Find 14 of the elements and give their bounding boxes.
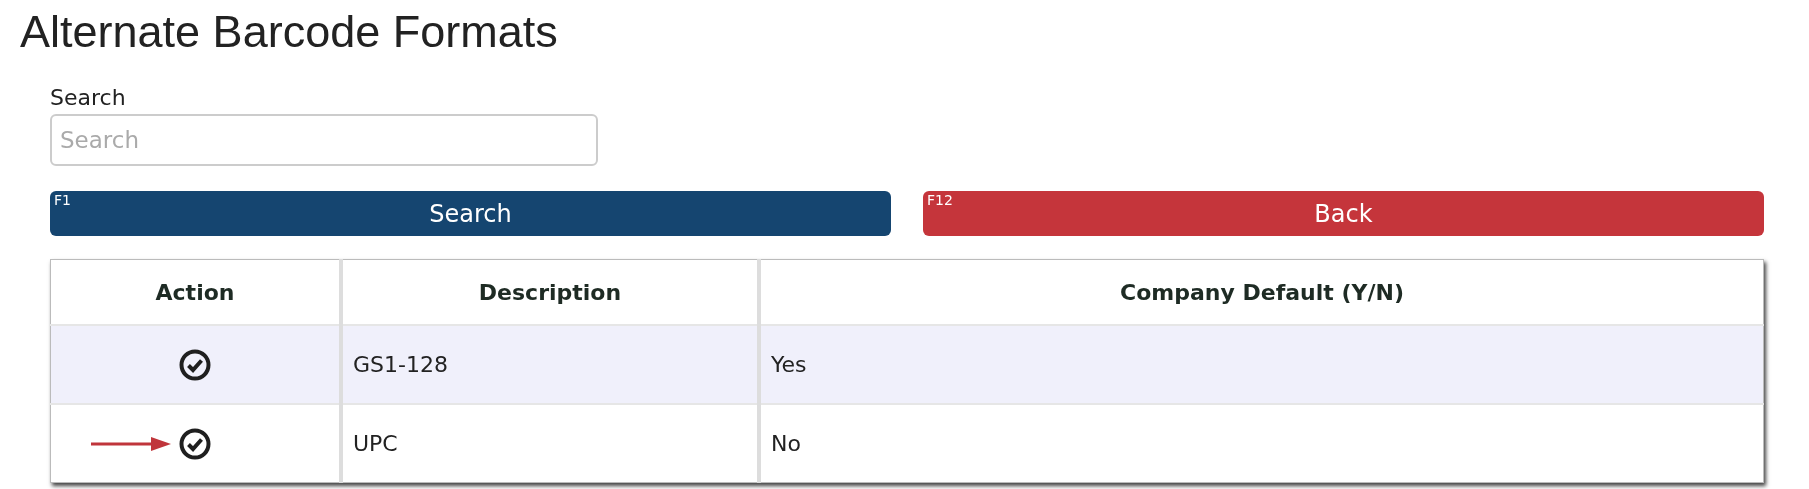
back-button[interactable]: F12 Back	[923, 191, 1764, 236]
table-cell: UPC	[341, 404, 759, 483]
table-cell: GS1-128	[341, 325, 759, 404]
search-field[interactable]: Search	[50, 114, 598, 166]
search-label: Search	[50, 86, 126, 110]
page-title: Alternate Barcode Formats	[19, 5, 558, 58]
search-button[interactable]: F1 Search	[50, 191, 891, 236]
check-circle-icon[interactable]	[179, 427, 211, 460]
table-cell: Yes	[759, 325, 1764, 404]
table-row[interactable]: GS1-128 Yes	[50, 325, 1764, 404]
table-cell: No	[759, 404, 1764, 483]
check-circle-icon[interactable]	[179, 348, 211, 381]
table-row[interactable]: UPC No	[50, 404, 1764, 483]
column-header: Company Default (Y/N)	[759, 259, 1764, 325]
